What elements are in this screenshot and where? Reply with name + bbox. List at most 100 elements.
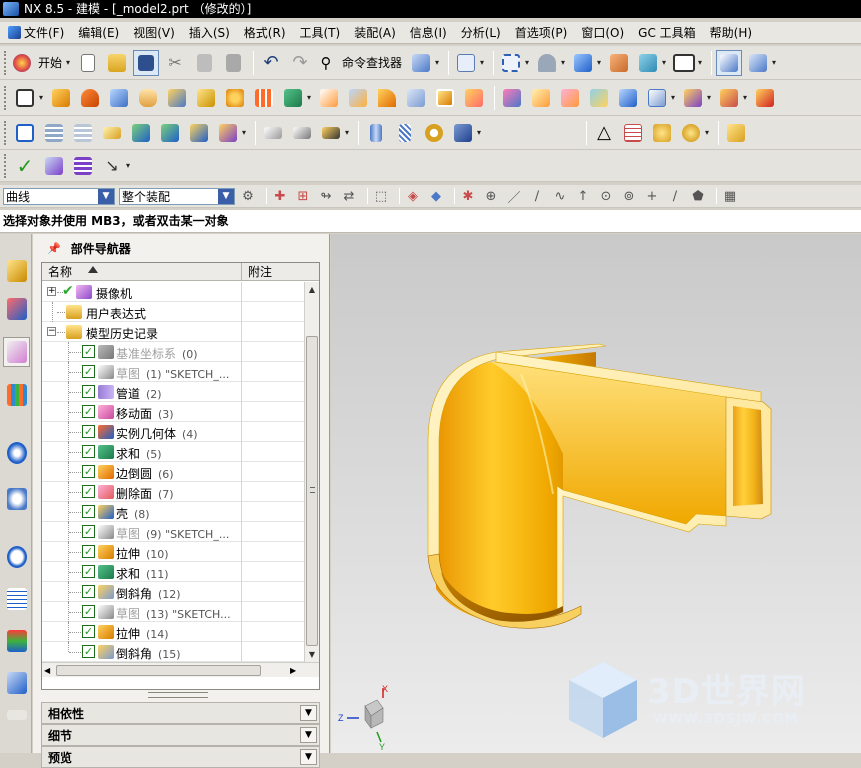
graphics-window[interactable]: 3D世界网 WWW.3DSJW.COM X Z Y	[331, 234, 861, 753]
shell-icon[interactable]	[432, 85, 458, 111]
check-mate-icon[interactable]: ✓	[12, 153, 38, 179]
hole-icon[interactable]	[222, 85, 248, 111]
chevron-down-icon[interactable]: ▼	[98, 188, 114, 204]
part-navigator-icon[interactable]	[3, 337, 30, 367]
info-icon[interactable]	[453, 50, 479, 76]
feature-checkbox[interactable]: ✓	[82, 385, 95, 398]
fit-view-icon[interactable]	[498, 50, 524, 76]
view-orientation-icon[interactable]	[635, 50, 661, 76]
new-file-icon[interactable]	[75, 50, 101, 76]
tree-row[interactable]: ✓ 拉伸 (10)	[42, 542, 304, 562]
rectangle-select-icon[interactable]: ⬚	[372, 187, 390, 205]
clock-icon[interactable]	[3, 542, 30, 572]
chevron-down-icon[interactable]: ▼	[300, 705, 317, 721]
web-browser-icon[interactable]	[3, 438, 30, 468]
dropdown-icon[interactable]: ▾	[705, 128, 711, 137]
curve-rule-icon[interactable]: ↬	[317, 187, 335, 205]
visible-check-icon[interactable]: ✔	[62, 283, 74, 299]
constraint-navigator-icon[interactable]	[3, 294, 30, 324]
menu-file[interactable]: 文件(F)	[4, 23, 71, 43]
tree-row[interactable]: ✓ 草图 (1) "SKETCH_...	[42, 362, 304, 382]
reuse-library-icon[interactable]	[3, 380, 30, 410]
tree-row[interactable]: ✓ 求和 (5)	[42, 442, 304, 462]
reorder-feature-icon[interactable]	[318, 120, 344, 146]
feature-checkbox[interactable]: ✓	[82, 645, 95, 658]
select-all-icon[interactable]: ⚙	[239, 187, 257, 205]
dropdown-icon[interactable]: ▾	[707, 93, 713, 102]
dropdown-icon[interactable]: ▾	[743, 93, 749, 102]
trim-body-icon[interactable]	[644, 85, 670, 111]
system-materials-icon[interactable]	[3, 584, 30, 614]
dropdown-icon[interactable]: ▾	[307, 93, 313, 102]
dropdown-icon[interactable]: ▾	[662, 58, 668, 67]
dropdown-icon[interactable]: ▾	[597, 58, 603, 67]
selection-arrow-icon[interactable]	[408, 50, 434, 76]
tree-row[interactable]: ✓ 边倒圆 (6)	[42, 462, 304, 482]
bearing-icon[interactable]	[421, 120, 447, 146]
view-triad[interactable]: X Z Y	[337, 684, 397, 750]
menu-gc-toolkit[interactable]: GC 工具箱	[631, 23, 703, 43]
tree-row[interactable]: ✓ 移动面 (3)	[42, 402, 304, 422]
delete-body-icon[interactable]	[752, 85, 778, 111]
thicken-icon[interactable]	[345, 85, 371, 111]
sweep-icon[interactable]	[164, 85, 190, 111]
layer-settings-icon[interactable]	[41, 120, 67, 146]
tree-row[interactable]: ✓ 倒斜角 (12)	[42, 582, 304, 602]
toolbar-grip[interactable]	[4, 153, 8, 178]
dropdown-icon[interactable]: ▾	[242, 128, 248, 137]
menu-assembly[interactable]: 装配(A)	[347, 23, 403, 43]
dropdown-icon[interactable]: ▾	[671, 93, 677, 102]
tree-row[interactable]: ✓ 删除面 (7)	[42, 482, 304, 502]
scroll-down-icon[interactable]: ▼	[305, 647, 319, 662]
dropdown-icon[interactable]: ▾	[477, 128, 483, 137]
snap-end-icon[interactable]: ／	[505, 187, 523, 206]
spring-icon[interactable]	[392, 120, 418, 146]
copy-icon[interactable]	[191, 50, 217, 76]
cut-icon[interactable]: ✂	[162, 50, 188, 76]
layer-copy-icon[interactable]	[70, 120, 96, 146]
feature-checkbox[interactable]: ✓	[82, 365, 95, 378]
table-icon[interactable]	[620, 120, 646, 146]
feature-checkbox[interactable]: ✓	[82, 405, 95, 418]
collapse-icon[interactable]: −	[47, 327, 56, 336]
tree-row[interactable]: ✓ 管道 (2)	[42, 382, 304, 402]
feature-checkbox[interactable]: ✓	[82, 545, 95, 558]
redo-icon[interactable]: ↷	[287, 50, 313, 76]
name-column-header[interactable]: 名称	[42, 263, 242, 280]
mirror-icon[interactable]	[716, 85, 742, 111]
tree-row[interactable]: + ✔ 摄像机	[42, 282, 304, 302]
snap-face-icon[interactable]: ⬟	[689, 187, 707, 205]
menu-view[interactable]: 视图(V)	[126, 23, 182, 43]
general-selection-icon[interactable]: ✚	[271, 187, 289, 205]
feature-checkbox[interactable]: ✓	[82, 625, 95, 638]
menu-edit[interactable]: 编辑(E)	[71, 23, 126, 43]
menu-analysis[interactable]: 分析(L)	[454, 23, 508, 43]
tree-row[interactable]: ✓ 基准坐标系 (0)	[42, 342, 304, 362]
studio-surface-icon[interactable]	[586, 85, 612, 111]
active-selection-icon[interactable]	[716, 49, 743, 76]
snap-control-icon[interactable]: ∕	[528, 187, 546, 205]
snap-grid-icon[interactable]: ▦	[721, 187, 739, 205]
feature-checkbox[interactable]: ✓	[82, 505, 95, 518]
feature-checkbox[interactable]: ✓	[82, 525, 95, 538]
layer-icon[interactable]	[606, 50, 632, 76]
tree-row[interactable]: ✓ 求和 (11)	[42, 562, 304, 582]
snap-tangent-icon[interactable]: ⊙	[597, 187, 615, 205]
command-finder-button[interactable]: 命令查找器	[342, 54, 402, 71]
gc-tools-icon[interactable]	[678, 120, 704, 146]
sketch-icon[interactable]	[12, 85, 38, 111]
feature-checkbox[interactable]: ✓	[82, 445, 95, 458]
tree-row[interactable]: ✓ 草图 (13) "SKETCH...	[42, 602, 304, 622]
feature-checkbox[interactable]: ✓	[82, 485, 95, 498]
gear-tool-icon[interactable]	[450, 120, 476, 146]
tree-row[interactable]: 用户表达式	[42, 302, 304, 322]
dropdown-icon[interactable]: ▾	[772, 58, 778, 67]
scroll-right-icon[interactable]: ▶	[290, 663, 296, 678]
menu-tools[interactable]: 工具(T)	[293, 23, 348, 43]
snap-arc-center-icon[interactable]: ↑	[574, 187, 592, 205]
through-curves-icon[interactable]	[557, 85, 583, 111]
type-filter-combo[interactable]: 曲线 ▼	[3, 187, 115, 205]
draft-icon[interactable]	[461, 85, 487, 111]
snap-midpoint-icon[interactable]: ⊕	[482, 187, 500, 205]
feature-checkbox[interactable]: ✓	[82, 465, 95, 478]
